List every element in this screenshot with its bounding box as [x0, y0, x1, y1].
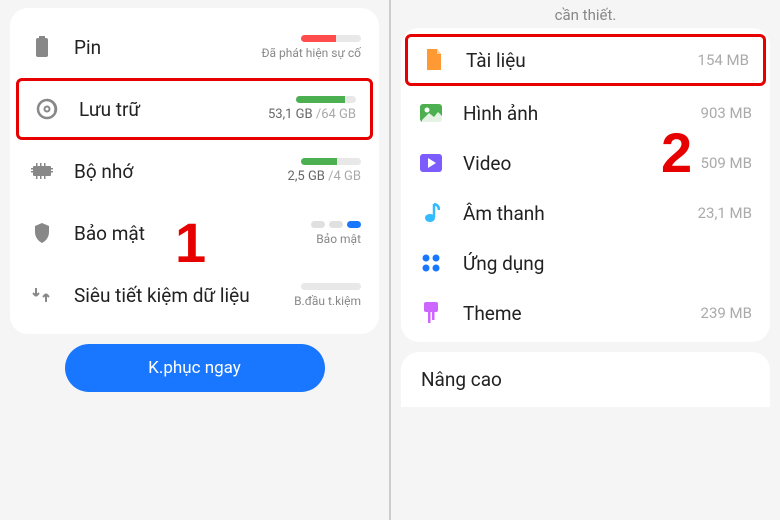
video-icon — [419, 151, 443, 175]
memory-bar — [301, 158, 361, 165]
images-icon — [419, 101, 443, 125]
apps-label: Ứng dụng — [463, 252, 752, 275]
apps-icon — [419, 251, 443, 275]
video-label: Video — [463, 152, 701, 175]
documents-label: Tài liệu — [466, 49, 698, 72]
truncated-text: cần thiết. — [391, 0, 780, 28]
battery-bar — [301, 35, 361, 42]
storage-usage: 53,1 GB /64 GB — [268, 107, 356, 122]
images-value: 903 MB — [701, 104, 752, 122]
storage-label: Lưu trữ — [79, 98, 268, 121]
datasaver-bar — [301, 283, 361, 290]
audio-value: 23,1 MB — [698, 204, 752, 222]
video-value: 509 MB — [701, 154, 752, 172]
security-dots — [311, 221, 361, 228]
battery-label: Pin — [74, 36, 261, 59]
memory-icon — [28, 157, 56, 185]
theme-icon — [419, 301, 443, 325]
memory-usage: 2,5 GB /4 GB — [288, 169, 361, 184]
storage-right: 53,1 GB /64 GB — [268, 96, 356, 122]
cat-images[interactable]: Hình ảnh 903 MB — [401, 88, 770, 138]
audio-label: Âm thanh — [463, 202, 698, 225]
cat-documents[interactable]: Tài liệu 154 MB — [405, 34, 766, 86]
shield-icon — [28, 219, 56, 247]
security-right: Bảo mật — [311, 221, 361, 246]
device-care-card: Pin Đã phát hiện sự cố Lưu trữ 53,1 GB /… — [10, 8, 379, 334]
cat-apps[interactable]: Ứng dụng — [401, 238, 770, 288]
security-status: Bảo mật — [316, 232, 361, 246]
battery-right: Đã phát hiện sự cố — [261, 35, 361, 60]
audio-icon — [419, 201, 443, 225]
cat-theme[interactable]: Theme 239 MB — [401, 288, 770, 338]
datasaver-right: B.đầu t.kiệm — [294, 283, 361, 308]
documents-value: 154 MB — [698, 51, 749, 69]
documents-icon — [422, 48, 446, 72]
right-panel: cần thiết. Tài liệu 154 MB Hình ảnh 903 … — [391, 0, 780, 520]
row-battery[interactable]: Pin Đã phát hiện sự cố — [10, 16, 379, 78]
battery-status: Đã phát hiện sự cố — [261, 46, 361, 60]
memory-label: Bộ nhớ — [74, 160, 288, 183]
advanced-section[interactable]: Nâng cao — [401, 352, 770, 407]
row-memory[interactable]: Bộ nhớ 2,5 GB /4 GB — [10, 140, 379, 202]
cat-video[interactable]: Video 509 MB — [401, 138, 770, 188]
dual-screenshot: Pin Đã phát hiện sự cố Lưu trữ 53,1 GB /… — [0, 0, 780, 520]
storage-bar — [296, 96, 356, 103]
advanced-label: Nâng cao — [421, 368, 502, 391]
theme-value: 239 MB — [701, 304, 752, 322]
images-label: Hình ảnh — [463, 102, 701, 125]
cat-audio[interactable]: Âm thanh 23,1 MB — [401, 188, 770, 238]
row-datasaver[interactable]: Siêu tiết kiệm dữ liệu B.đầu t.kiệm — [10, 264, 379, 326]
datasaver-label: Siêu tiết kiệm dữ liệu — [74, 284, 294, 307]
fix-now-button[interactable]: K.phục ngay — [65, 344, 325, 392]
datasaver-status: B.đầu t.kiệm — [294, 294, 361, 308]
memory-right: 2,5 GB /4 GB — [288, 158, 361, 184]
row-security[interactable]: Bảo mật Bảo mật — [10, 202, 379, 264]
row-storage[interactable]: Lưu trữ 53,1 GB /64 GB — [16, 78, 373, 140]
theme-label: Theme — [463, 302, 701, 325]
storage-icon — [33, 95, 61, 123]
categories-card: Tài liệu 154 MB Hình ảnh 903 MB Video 50… — [401, 28, 770, 342]
security-label: Bảo mật — [74, 222, 311, 245]
battery-icon — [28, 33, 56, 61]
datasaver-icon — [28, 281, 56, 309]
left-panel: Pin Đã phát hiện sự cố Lưu trữ 53,1 GB /… — [0, 0, 391, 520]
